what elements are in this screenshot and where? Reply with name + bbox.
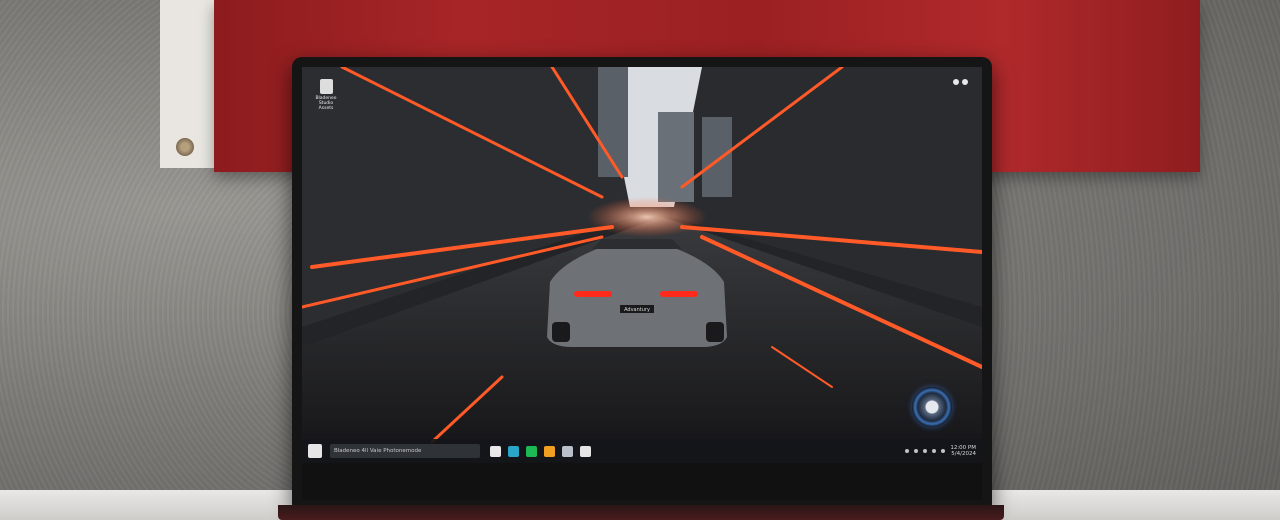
laptop-base [278,505,1004,520]
mail-icon[interactable] [562,445,573,457]
edge-icon[interactable] [508,445,519,457]
shortcut-icon [319,79,333,94]
tower-mid [658,112,694,202]
taskbar-clock[interactable]: 12:00 PM 5/4/2024 [950,445,976,457]
car-plate: Advantury [624,307,650,313]
chrome-icon[interactable] [580,445,591,457]
tray-icon[interactable] [923,449,928,453]
fan-widget-icon[interactable] [912,387,952,427]
settings-icon[interactable] [953,79,959,85]
pinned-apps [490,445,591,457]
volume-icon[interactable] [941,449,946,453]
laptop: Advantury Bladeneo Studio Assets Bladene… [292,57,992,506]
racing-wallpaper: Advantury [302,67,982,463]
taskbar: Bladeneo 4ll Vaie Photonemode 12:00 PM 5… [302,439,982,463]
tray-icon[interactable] [914,449,919,453]
taskbar-search[interactable]: Bladeneo 4ll Vaie Photonemode [330,444,480,458]
banner-grommet [176,138,194,156]
corner-icons [953,79,968,85]
wifi-icon[interactable] [932,449,937,453]
laptop-bezel-chin [302,463,982,500]
store-icon[interactable] [544,445,555,457]
tower-right [702,117,732,197]
spotify-icon[interactable] [526,445,537,457]
shortcut-caption: Studio Assets [318,101,334,111]
window-icon[interactable] [962,79,968,85]
desktop-shortcut[interactable]: Bladeneo Studio Assets [314,79,338,111]
tray-icon[interactable] [905,449,910,453]
clock-date: 5/4/2024 [951,451,976,457]
laptop-screen: Advantury Bladeneo Studio Assets [302,67,982,463]
file-explorer-icon[interactable] [490,445,501,457]
start-button[interactable] [308,444,322,458]
system-tray: 12:00 PM 5/4/2024 [905,445,976,457]
